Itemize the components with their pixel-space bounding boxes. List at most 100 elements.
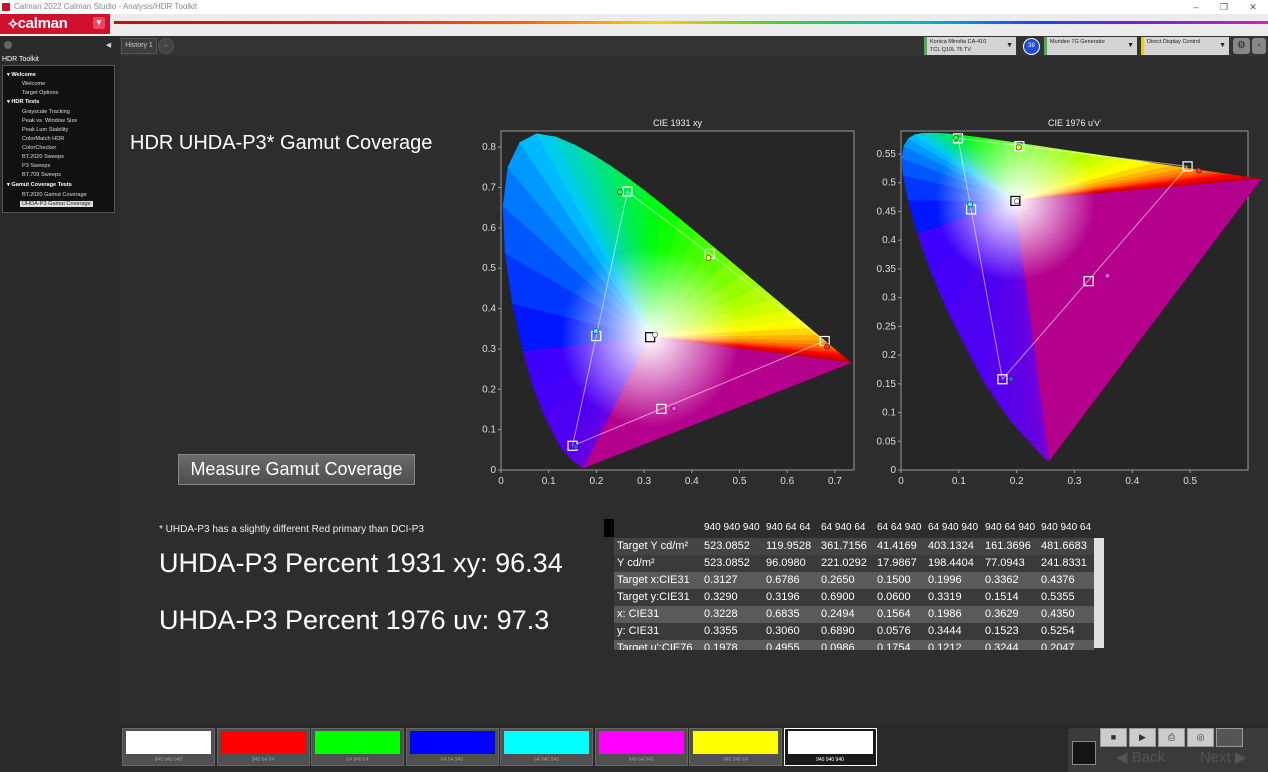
table-cell: 0.2494 (821, 608, 855, 620)
continuous-icon[interactable]: ◎ (1187, 728, 1214, 747)
patch-label: 64 64 940 (440, 757, 464, 763)
sidebar-item-colorchecker[interactable]: ColorChecker (22, 145, 56, 151)
y-tick-label: 0.5 (882, 178, 896, 189)
table-cell: 0.3444 (928, 625, 962, 637)
table-cell: 0.0986 (821, 642, 855, 650)
settings-gear-icon[interactable]: ⚙ (1233, 38, 1250, 54)
x-tick-label: 0.1 (952, 476, 966, 487)
display-control-name: Direct Display Control (1147, 39, 1201, 45)
sidebar-category-hdr-tests[interactable]: ▾ HDR Tests (7, 99, 39, 105)
patch-swatch[interactable]: 64 940 940 (500, 728, 593, 766)
x-tick-label: 0.2 (1010, 476, 1024, 487)
x-tick-label: 0.4 (1125, 476, 1139, 487)
table-row[interactable]: y: CIE31 0.3355 0.3060 0.6890 0.0576 0.3444 0.… (614, 623, 1094, 640)
cie1976-chart: 0 0.1 0.2 0.3 0.4 0.5 0 0.05 0.1 0.15 0.2 0.25 0.3 0.… (877, 130, 1262, 487)
sidebar-item-peak-lum-stability[interactable]: Peak Lum Stability (22, 127, 68, 133)
sidebar-item-bt2020-gamut[interactable]: BT.2020 Gamut Coverage (22, 192, 87, 198)
table-cell: 17.9867 (877, 557, 917, 569)
history-tab-close-icon[interactable]: – (158, 38, 174, 54)
next-button[interactable]: Next ▶ (1200, 748, 1247, 766)
table-cell: 198.4404 (928, 557, 974, 569)
patch-color (220, 731, 306, 754)
patch-swatch[interactable]: 940 64 940 (594, 728, 688, 766)
table-cell: 0.5254 (1041, 625, 1075, 637)
x-tick-label: 0 (898, 476, 904, 487)
patch-swatch[interactable]: 940 64 64 (216, 728, 310, 766)
table-cell: 221.0292 (821, 557, 867, 569)
cie1931-chart: 0 0.1 0.2 0.3 0.4 0.5 0.6 0.7 0 0.1 0.2 0.3 0.4 0.5 0.… (482, 130, 855, 487)
y-tick-label: 0.5 (482, 263, 496, 274)
y-tick-label: 0.25 (877, 321, 897, 332)
patch-swatch[interactable]: 64 64 940 (405, 728, 499, 766)
table-row[interactable]: Target Y cd/m² 523.0852 119.9528 361.7156 41… (614, 538, 1094, 555)
sidebar-pin-icon[interactable] (4, 41, 12, 49)
device-badge[interactable]: 38 (1023, 38, 1040, 55)
chevron-down-icon: ▼ (1219, 42, 1226, 49)
brand-bar (0, 14, 1268, 36)
menu-caret-icon[interactable]: ▼ (93, 17, 105, 29)
restore-button[interactable]: ❐ (1210, 0, 1238, 14)
measured-point (952, 134, 959, 141)
sidebar-category-gamut-coverage[interactable]: ▾ Gamut Coverage Tests (7, 182, 72, 188)
measured-point (592, 328, 599, 334)
table-row[interactable]: x: CIE31 0.3228 0.6835 0.2494 0.1564 0.1986 0.… (614, 606, 1094, 623)
meter-device-selector[interactable]: Konica Minolta CA-410 TCL Q10L 75 TV ▼ (924, 37, 1016, 55)
row-label: Target Y cd/m² (617, 540, 689, 552)
table-cell: 0.6890 (821, 625, 855, 637)
table-cell: 0.1212 (928, 642, 962, 650)
measure-gamut-coverage-button[interactable]: Measure Gamut Coverage (178, 454, 415, 485)
table-cell: 0.1986 (928, 608, 962, 620)
sidebar-item-bt2020-sweeps[interactable]: BT.2020 Sweeps (22, 154, 64, 160)
more-icon[interactable]: ◦ (1252, 38, 1266, 54)
patch-swatch[interactable]: 940 940 64 (689, 728, 782, 766)
generator-device-selector[interactable]: Murideo 7G Generator ▼ (1044, 37, 1137, 55)
measured-point (1013, 198, 1020, 205)
tab-history-1[interactable]: History 1 (121, 38, 157, 54)
table-cell: 0.3127 (704, 574, 738, 586)
table-scrollbar[interactable] (1094, 538, 1104, 648)
patch-swatch[interactable]: 940 940 940 (783, 728, 877, 766)
sidebar-item-bt709-sweeps[interactable]: BT.709 Sweeps (22, 172, 61, 178)
table-column-header: 940 64 64 (766, 522, 811, 533)
measured-point (617, 189, 623, 195)
minimize-button[interactable]: – (1182, 0, 1210, 14)
spectrum-bar (114, 21, 1268, 24)
y-tick-label: 0.4 (882, 235, 896, 246)
loop-icon[interactable]: ◌ (1216, 728, 1243, 747)
table-cell: 0.3629 (985, 608, 1019, 620)
table-cell: 77.0943 (985, 557, 1025, 569)
table-cell: 241.8331 (1041, 557, 1087, 569)
sidebar-item-grayscale-tracking[interactable]: Grayscale Tracking (22, 109, 70, 115)
table-row[interactable]: Target y:CIE31 0.3290 0.3196 0.6900 0.0600 0.… (614, 589, 1094, 606)
table-cell: 0.1978 (704, 642, 738, 650)
sidebar-item-peak-vs-window[interactable]: Peak vs. Window Size (22, 118, 77, 124)
table-cell: 0.1514 (985, 591, 1019, 603)
sidebar-item-p3-sweeps[interactable]: P3 Sweeps (22, 163, 50, 169)
x-tick-label: 0 (498, 476, 504, 487)
patch-swatch[interactable]: 940 940 940 (122, 728, 215, 766)
display-control-selector[interactable]: Direct Display Control ▼ (1141, 37, 1229, 55)
row-label: Target u':CIE76 (617, 642, 693, 650)
table-row[interactable]: Y cd/m² 523.0852 96.0980 221.0292 17.9867 198… (614, 555, 1094, 572)
table-cell: 523.0852 (704, 540, 750, 552)
display-toggle-icon[interactable] (1072, 741, 1096, 765)
sidebar-item-welcome[interactable]: Welcome (22, 81, 45, 87)
stop-icon[interactable]: ■ (1100, 728, 1127, 747)
sidebar-category-welcome[interactable]: ▾ Welcome (7, 72, 36, 78)
sidebar-item-target-options[interactable]: Target Options (22, 90, 58, 96)
save-icon[interactable]: ⎙ (1158, 728, 1185, 747)
close-button[interactable]: ✕ (1239, 0, 1267, 14)
sidebar-item-uhda-p3-gamut[interactable]: UHDA-P3 Gamut Coverage (20, 201, 93, 207)
chevron-down-icon: ▼ (1006, 42, 1013, 49)
table-row[interactable]: Target x:CIE31 0.3127 0.6786 0.2650 0.1500 0.… (614, 572, 1094, 589)
back-button[interactable]: ◀ Back (1116, 748, 1165, 766)
x-tick-label: 0.7 (828, 476, 842, 487)
patch-swatch[interactable]: 64 940 64 (311, 728, 404, 766)
window-title: Calman 2022 Calman Studio - Analysis/HDR… (14, 2, 198, 11)
table-row[interactable]: Target u':CIE76 0.1978 0.4955 0.0986 0.1754 0… (614, 640, 1094, 650)
cie1931-title: CIE 1931 xy (652, 118, 703, 128)
play-icon[interactable]: ▶ (1129, 728, 1156, 747)
sidebar-item-colormatch-hdr[interactable]: ColorMatch HDR (22, 136, 64, 142)
sidebar-collapse-icon[interactable]: ◀ (103, 40, 114, 51)
table-cell: 119.9528 (766, 540, 812, 552)
